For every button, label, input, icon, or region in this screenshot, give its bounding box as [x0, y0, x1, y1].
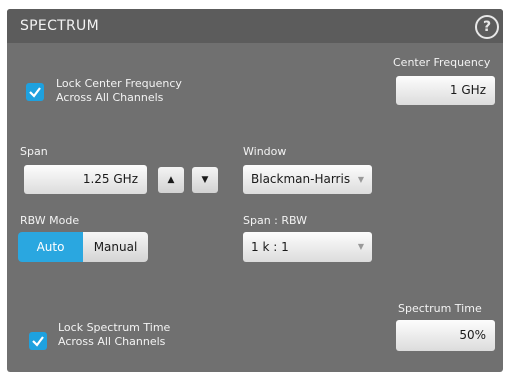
rbw-mode-label: RBW Mode — [20, 214, 80, 227]
chevron-down-icon: ▼ — [357, 175, 364, 184]
center-frequency-label: Center Frequency — [393, 56, 491, 69]
spectrum-time-label: Spectrum Time — [398, 302, 482, 315]
chevron-down-icon: ▼ — [201, 175, 209, 185]
span-label: Span — [20, 145, 48, 158]
lock-spectrum-line2: Across All Channels — [58, 335, 166, 348]
span-rbw-dropdown[interactable]: 1 k : 1 ▼ — [243, 232, 372, 262]
lock-center-frequency-checkbox[interactable] — [26, 83, 44, 101]
span-field[interactable]: 1.25 GHz — [24, 165, 147, 194]
center-frequency-field[interactable]: 1 GHz — [396, 76, 495, 105]
window-label: Window — [243, 145, 287, 158]
spectrum-time-field[interactable]: 50% — [396, 320, 495, 351]
lock-spectrum-time-checkbox[interactable] — [29, 332, 47, 350]
spectrum-panel: SPECTRUM ? Lock Center Frequency Across … — [7, 9, 503, 372]
check-icon — [32, 336, 44, 347]
span-rbw-value: 1 k : 1 — [251, 240, 289, 254]
help-icon[interactable]: ? — [475, 15, 499, 39]
rbw-mode-auto[interactable]: Auto — [18, 232, 83, 262]
span-down-button[interactable]: ▼ — [192, 167, 218, 193]
span-up-button[interactable]: ▲ — [158, 167, 184, 193]
panel-header: SPECTRUM ? — [7, 9, 503, 43]
span-rbw-label: Span : RBW — [243, 214, 308, 227]
window-value: Blackman-Harris — [251, 172, 351, 186]
lock-spectrum-line1: Lock Spectrum Time — [58, 321, 171, 334]
rbw-mode-manual[interactable]: Manual — [83, 232, 148, 262]
lock-center-line2: Across All Channels — [56, 91, 164, 104]
chevron-up-icon: ▲ — [167, 175, 175, 185]
chevron-down-icon: ▼ — [357, 242, 364, 251]
panel-title: SPECTRUM — [20, 18, 99, 34]
lock-center-line1: Lock Center Frequency — [56, 77, 182, 90]
help-glyph: ? — [482, 19, 492, 35]
check-icon — [29, 87, 41, 98]
window-dropdown[interactable]: Blackman-Harris ▼ — [243, 165, 372, 194]
